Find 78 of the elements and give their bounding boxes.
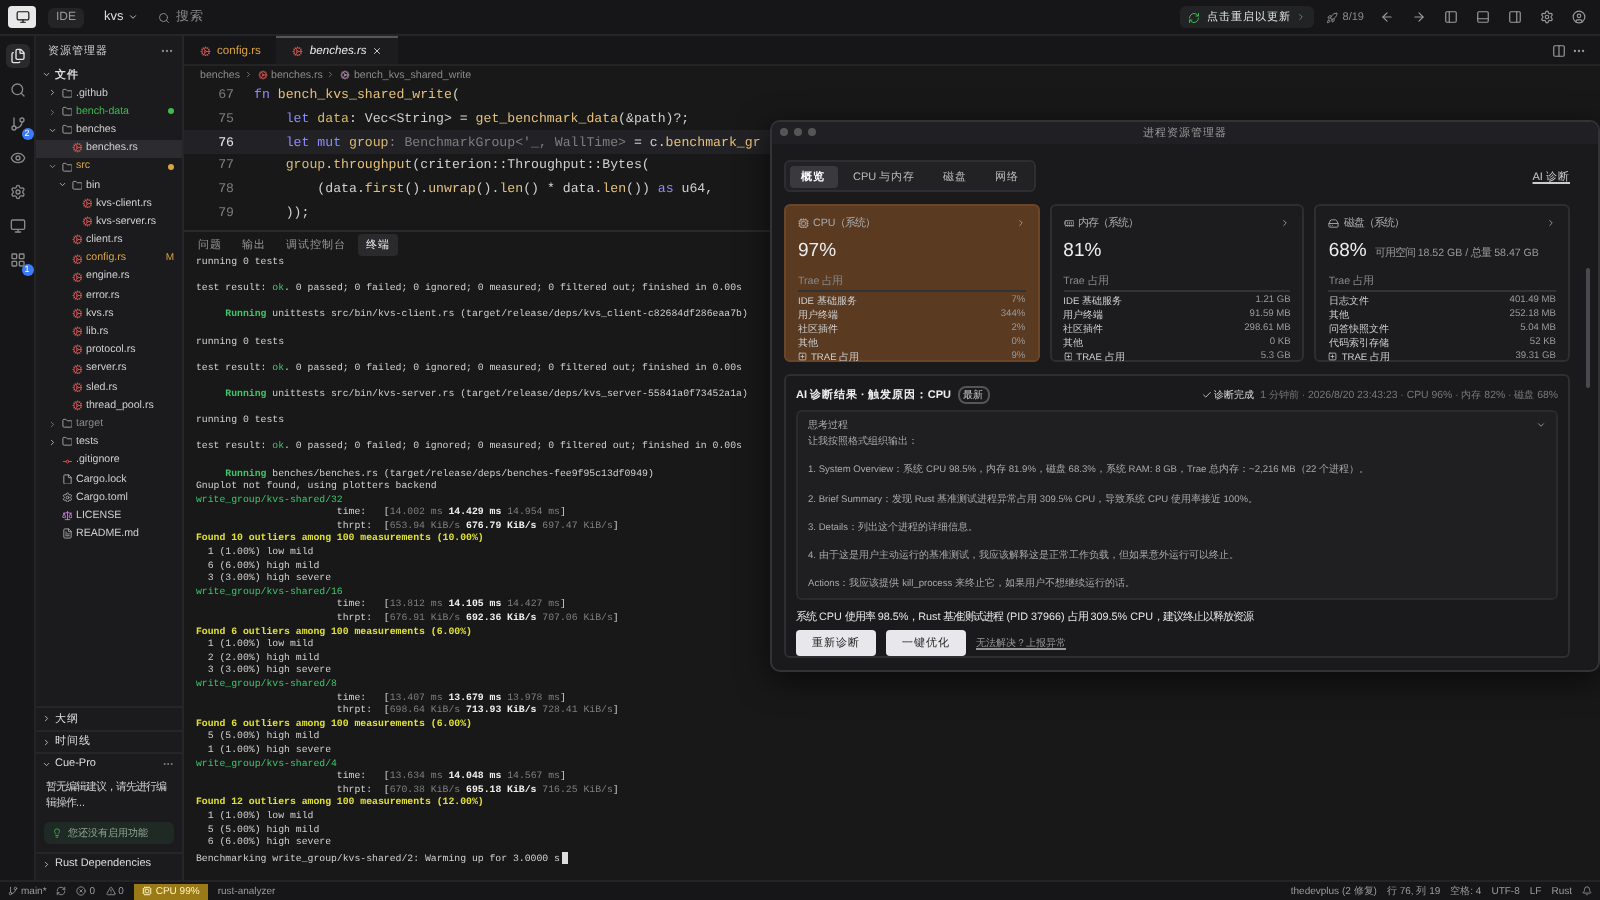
app-logo[interactable] bbox=[8, 6, 36, 28]
gear-icon bbox=[81, 216, 92, 228]
error-icon bbox=[76, 886, 87, 896]
folder-icon bbox=[61, 87, 72, 99]
document-icon bbox=[61, 528, 72, 540]
chevron-right-icon bbox=[42, 737, 51, 746]
settings-tab[interactable] bbox=[5, 180, 29, 204]
gear-icon bbox=[257, 70, 268, 80]
chevron-right-icon bbox=[42, 859, 51, 868]
gear-icon bbox=[71, 142, 82, 154]
folder-icon bbox=[71, 179, 82, 191]
gear-icon bbox=[339, 70, 350, 80]
rocket-icon bbox=[1326, 11, 1339, 23]
chip-icon bbox=[798, 217, 809, 229]
left-panel-button[interactable] bbox=[1440, 7, 1460, 27]
branch-icon bbox=[8, 886, 18, 896]
check-icon bbox=[1202, 390, 1213, 400]
chevron-down-icon bbox=[42, 70, 51, 80]
gear-icon bbox=[71, 326, 82, 338]
folder-icon bbox=[61, 418, 72, 430]
git-icon bbox=[61, 455, 72, 467]
gear-icon bbox=[71, 253, 82, 265]
forward-button[interactable] bbox=[1408, 7, 1428, 27]
chevron-right-icon[interactable] bbox=[1545, 218, 1556, 228]
chevron-right-icon bbox=[244, 70, 254, 80]
warning-icon bbox=[105, 886, 116, 896]
right-panel-button[interactable] bbox=[1504, 7, 1524, 27]
refresh-icon bbox=[1188, 11, 1201, 23]
settings-icon bbox=[61, 491, 72, 503]
chevron-right-icon bbox=[1296, 12, 1307, 22]
folder-icon bbox=[61, 124, 72, 136]
split-editor-button[interactable] bbox=[1548, 40, 1568, 60]
gear-icon bbox=[71, 289, 82, 301]
settings-button[interactable] bbox=[1536, 7, 1556, 27]
plus-square-icon bbox=[1063, 352, 1073, 362]
gear-icon bbox=[71, 344, 82, 356]
chip-icon bbox=[141, 886, 152, 896]
bottom-panel-button[interactable] bbox=[1472, 7, 1492, 27]
chevron-right-icon[interactable] bbox=[1015, 218, 1026, 228]
folder-icon bbox=[61, 106, 72, 118]
search-icon bbox=[157, 11, 170, 23]
drive-icon bbox=[1328, 217, 1340, 229]
gear-icon bbox=[71, 381, 82, 393]
gear-icon bbox=[81, 197, 92, 209]
gear-icon bbox=[71, 308, 82, 320]
gear-icon bbox=[71, 363, 82, 375]
usage-value: 81% bbox=[1063, 240, 1102, 262]
memory-icon bbox=[1063, 217, 1075, 229]
chevron-right-icon[interactable] bbox=[1280, 218, 1291, 228]
scale-icon bbox=[61, 510, 72, 522]
file-icon bbox=[61, 473, 72, 485]
usage-value: 97% bbox=[798, 240, 837, 262]
gear-icon bbox=[71, 400, 82, 412]
chevron-down-icon bbox=[42, 760, 51, 769]
columns-icon bbox=[1551, 43, 1565, 57]
usage-value: 68% bbox=[1328, 240, 1367, 262]
chevron-right-icon bbox=[326, 70, 336, 80]
account-button[interactable] bbox=[1568, 7, 1588, 27]
folder-icon bbox=[61, 436, 72, 448]
more-icon[interactable] bbox=[160, 44, 174, 58]
gear-icon bbox=[71, 234, 82, 246]
sync-icon[interactable] bbox=[56, 886, 67, 896]
back-button[interactable] bbox=[1376, 7, 1396, 27]
monitor-tab[interactable] bbox=[5, 214, 29, 238]
gear-icon bbox=[292, 45, 304, 57]
folder-icon bbox=[61, 161, 72, 173]
plus-square-icon bbox=[1328, 352, 1338, 362]
caret-icon bbox=[127, 12, 138, 22]
plus-square-icon bbox=[798, 352, 807, 362]
scrollbar[interactable] bbox=[1585, 268, 1590, 388]
chevron-down-icon bbox=[1536, 420, 1546, 430]
chevron-right-icon bbox=[42, 714, 51, 723]
bell-icon[interactable] bbox=[1582, 886, 1592, 896]
search-tab[interactable] bbox=[5, 78, 29, 102]
files-tab[interactable] bbox=[5, 44, 29, 68]
gear-icon bbox=[200, 45, 211, 57]
lightbulb-icon bbox=[52, 827, 62, 837]
gear-icon bbox=[71, 271, 82, 283]
